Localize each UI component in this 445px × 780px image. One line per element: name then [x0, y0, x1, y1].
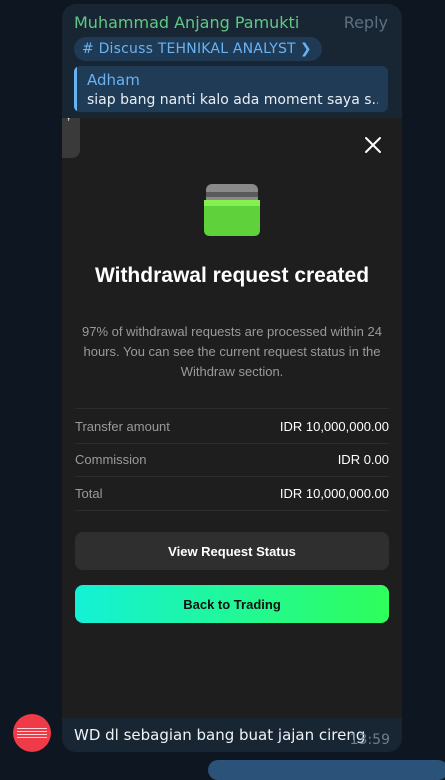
reply-button[interactable]: Reply — [344, 13, 388, 32]
row-label: Total — [75, 485, 103, 501]
quote-bar — [74, 66, 77, 112]
view-request-status-button[interactable]: View Request Status — [75, 532, 389, 570]
quote-author: Adham — [87, 71, 140, 89]
corner-tab: ’ — [62, 118, 80, 158]
corner-glyph: ’ — [67, 118, 71, 130]
commission-row: Commission IDR 0.00 — [75, 442, 389, 477]
quoted-reply[interactable]: Adham siap bang nanti kalo ada moment sa… — [74, 66, 388, 112]
message-text: WD dl sebagian bang buat jajan cireng — [74, 726, 366, 744]
row-label: Transfer amount — [75, 418, 170, 434]
topic-label: # Discuss TEHNIKAL ANALYST — [82, 41, 296, 57]
avatar-pattern — [17, 726, 47, 740]
sender-name[interactable]: Muhammad Anjang Pamukti — [74, 13, 299, 32]
total-row: Total IDR 10,000,000.00 — [75, 476, 389, 511]
quote-text: siap bang nanti kalo ada moment saya s..… — [87, 92, 378, 108]
wallet-card-icon — [204, 184, 260, 236]
dialog-title: Withdrawal request created — [94, 264, 370, 287]
transfer-amount-row: Transfer amount IDR 10,000,000.00 — [75, 408, 389, 444]
close-icon[interactable] — [364, 136, 382, 154]
message-time: 13:59 — [349, 732, 390, 748]
chevron-right-icon: ❯ — [299, 41, 312, 57]
back-to-trading-button[interactable]: Back to Trading — [75, 585, 389, 623]
row-value: IDR 0.00 — [337, 451, 389, 467]
row-label: Commission — [75, 451, 147, 467]
row-value: IDR 10,000,000.00 — [279, 485, 389, 501]
topic-link[interactable]: # Discuss TEHNIKAL ANALYST ❯ — [74, 37, 322, 61]
avatar[interactable] — [13, 714, 51, 752]
attached-screenshot[interactable]: ’ Withdrawal request created 97% of with… — [62, 118, 402, 718]
row-value: IDR 10,000,000.00 — [279, 418, 389, 434]
message-bubble[interactable]: Muhammad Anjang Pamukti Reply # Discuss … — [62, 4, 402, 752]
dialog-description: 97% of withdrawal requests are processed… — [82, 324, 382, 379]
next-message-bubble[interactable] — [208, 760, 445, 780]
